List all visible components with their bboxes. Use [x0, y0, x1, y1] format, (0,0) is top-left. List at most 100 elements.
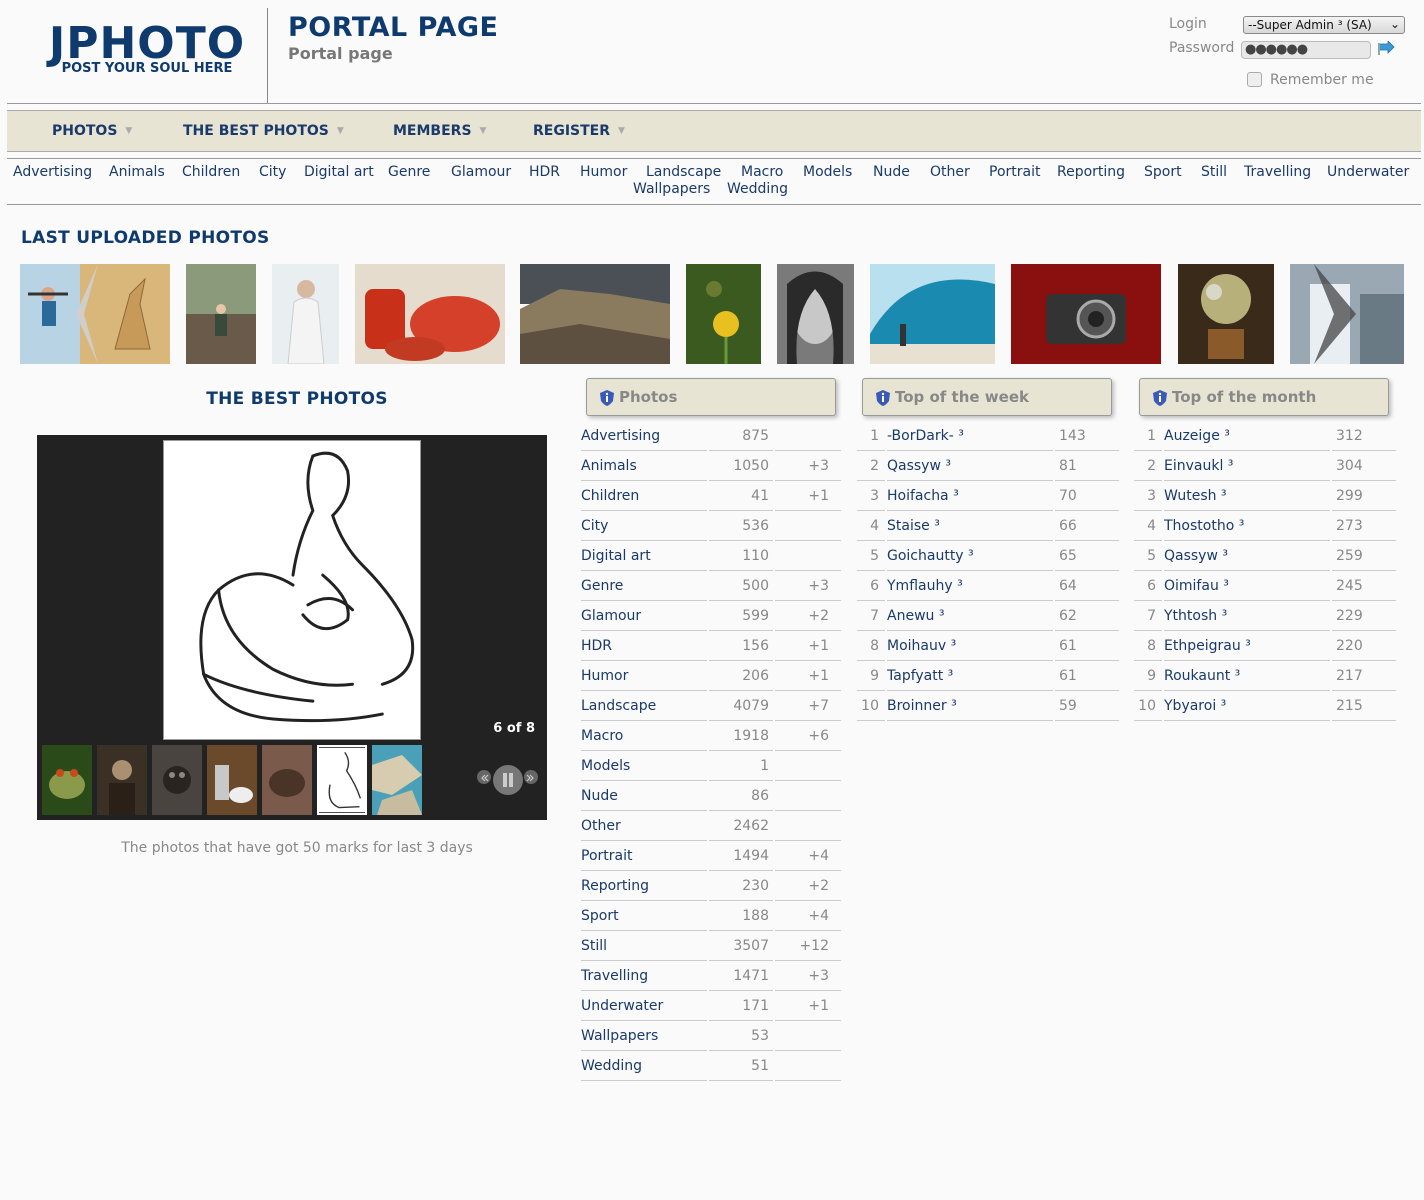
- photo-thumbnail[interactable]: [777, 264, 854, 364]
- slide-thumbnail[interactable]: [97, 745, 147, 815]
- category-link[interactable]: Reporting: [1057, 164, 1125, 180]
- category-link[interactable]: Humor: [580, 164, 627, 180]
- category-link[interactable]: Other: [930, 164, 970, 180]
- category-link[interactable]: Animals: [109, 164, 165, 180]
- member-link[interactable]: Anewu ³: [887, 601, 1053, 631]
- nav-photos[interactable]: PHOTOS ▼: [52, 123, 132, 139]
- category-link[interactable]: Sport: [1144, 164, 1182, 180]
- category-link[interactable]: Animals: [581, 451, 707, 481]
- category-link[interactable]: Glamour: [451, 164, 511, 180]
- category-link[interactable]: Macro: [741, 164, 783, 180]
- category-link[interactable]: Underwater: [581, 991, 707, 1021]
- member-link[interactable]: Roukaunt ³: [1164, 661, 1330, 691]
- category-link[interactable]: HDR: [529, 164, 560, 180]
- category-link[interactable]: HDR: [581, 631, 707, 661]
- category-link[interactable]: Children: [182, 164, 240, 180]
- photo-thumbnail[interactable]: [520, 264, 670, 364]
- photo-thumbnail[interactable]: [686, 264, 761, 364]
- category-link[interactable]: Sport: [581, 901, 707, 931]
- category-link[interactable]: Landscape: [646, 164, 721, 180]
- member-link[interactable]: Auzeige ³: [1164, 421, 1330, 451]
- member-link[interactable]: Wutesh ³: [1164, 481, 1330, 511]
- photo-thumbnail[interactable]: [272, 264, 339, 364]
- category-link[interactable]: Still: [1201, 164, 1227, 180]
- site-logo[interactable]: JPHOTO POST YOUR SOUL HERE: [47, 22, 247, 76]
- category-link[interactable]: Models: [803, 164, 852, 180]
- category-link[interactable]: Still: [581, 931, 707, 961]
- member-link[interactable]: Einvaukl ³: [1164, 451, 1330, 481]
- member-link[interactable]: Ymflauhy ³: [887, 571, 1053, 601]
- slide-thumbnail[interactable]: [152, 745, 202, 815]
- scroll-right-icon[interactable]: [1310, 264, 1360, 364]
- member-score: 66: [1055, 511, 1119, 541]
- category-link[interactable]: Advertising: [13, 164, 92, 180]
- table-row: Wallpapers 53: [581, 1021, 841, 1051]
- member-link[interactable]: -BorDark- ³: [887, 421, 1053, 451]
- category-link[interactable]: Nude: [873, 164, 910, 180]
- photo-thumbnail[interactable]: [870, 264, 995, 364]
- category-link[interactable]: Digital art: [304, 164, 374, 180]
- category-link[interactable]: Wedding: [727, 181, 788, 197]
- category-link[interactable]: Portrait: [581, 841, 707, 871]
- member-link[interactable]: Thostotho ³: [1164, 511, 1330, 541]
- category-link[interactable]: Genre: [581, 571, 707, 601]
- slide-thumbnail[interactable]: [372, 745, 422, 815]
- category-link[interactable]: Genre: [388, 164, 430, 180]
- nav-best-photos[interactable]: THE BEST PHOTOS ▼: [183, 123, 344, 139]
- member-link[interactable]: Qassyw ³: [1164, 541, 1330, 571]
- category-link[interactable]: Humor: [581, 661, 707, 691]
- category-link[interactable]: Reporting: [581, 871, 707, 901]
- pause-button[interactable]: [493, 765, 523, 795]
- scroll-left-icon[interactable]: [72, 264, 102, 364]
- member-link[interactable]: Ethpeigrau ³: [1164, 631, 1330, 661]
- member-link[interactable]: Qassyw ³: [887, 451, 1053, 481]
- category-link[interactable]: Other: [581, 811, 707, 841]
- photo-thumbnail[interactable]: [355, 264, 505, 364]
- category-link[interactable]: Glamour: [581, 601, 707, 631]
- member-link[interactable]: Ybyaroi ³: [1164, 691, 1330, 721]
- category-link[interactable]: Children: [581, 481, 707, 511]
- category-link[interactable]: City: [259, 164, 286, 180]
- category-link[interactable]: Models: [581, 751, 707, 781]
- category-link[interactable]: Wallpapers: [581, 1021, 707, 1051]
- rank-number: 1: [1134, 421, 1162, 451]
- nav-register[interactable]: REGISTER ▼: [533, 123, 625, 139]
- photo-thumbnail[interactable]: [1011, 264, 1161, 364]
- category-link[interactable]: Advertising: [581, 421, 707, 451]
- member-link[interactable]: Broinner ³: [887, 691, 1053, 721]
- remember-checkbox[interactable]: [1247, 72, 1262, 87]
- member-link[interactable]: Oimifau ³: [1164, 571, 1330, 601]
- chevron-down-icon: ⌄: [1389, 17, 1400, 31]
- photo-thumbnail[interactable]: [1178, 264, 1274, 364]
- category-link[interactable]: City: [581, 511, 707, 541]
- category-link[interactable]: Landscape: [581, 691, 707, 721]
- member-link[interactable]: Ythtosh ³: [1164, 601, 1330, 631]
- category-link[interactable]: Nude: [581, 781, 707, 811]
- nav-members[interactable]: MEMBERS ▼: [393, 123, 486, 139]
- previous-icon[interactable]: [477, 770, 491, 784]
- photo-thumbnail[interactable]: [186, 264, 256, 364]
- member-link[interactable]: Moihauv ³: [887, 631, 1053, 661]
- category-link[interactable]: Wallpapers: [633, 181, 710, 197]
- member-link[interactable]: Hoifacha ³: [887, 481, 1053, 511]
- member-link[interactable]: Tapfyatt ³: [887, 661, 1053, 691]
- category-link[interactable]: Macro: [581, 721, 707, 751]
- password-field[interactable]: ●●●●●●: [1241, 41, 1371, 59]
- slide-thumbnail[interactable]: [207, 745, 257, 815]
- category-link[interactable]: Portrait: [989, 164, 1040, 180]
- category-link[interactable]: Digital art: [581, 541, 707, 571]
- slide-thumbnail-active[interactable]: [317, 745, 367, 815]
- member-link[interactable]: Goichautty ³: [887, 541, 1053, 571]
- table-row: 9 Tapfyatt ³ 61: [857, 661, 1119, 691]
- login-arrow-icon[interactable]: [1377, 41, 1395, 57]
- slide-main-image[interactable]: [163, 440, 421, 740]
- category-link[interactable]: Wedding: [581, 1051, 707, 1081]
- category-link[interactable]: Underwater: [1327, 164, 1409, 180]
- category-link[interactable]: Travelling: [1244, 164, 1311, 180]
- category-link[interactable]: Travelling: [581, 961, 707, 991]
- slide-thumbnail[interactable]: [42, 745, 92, 815]
- user-select[interactable]: --Super Admin ³ (SA) ⌄: [1243, 16, 1405, 34]
- slide-thumbnail[interactable]: [262, 745, 312, 815]
- member-link[interactable]: Staise ³: [887, 511, 1053, 541]
- next-icon[interactable]: [524, 770, 538, 784]
